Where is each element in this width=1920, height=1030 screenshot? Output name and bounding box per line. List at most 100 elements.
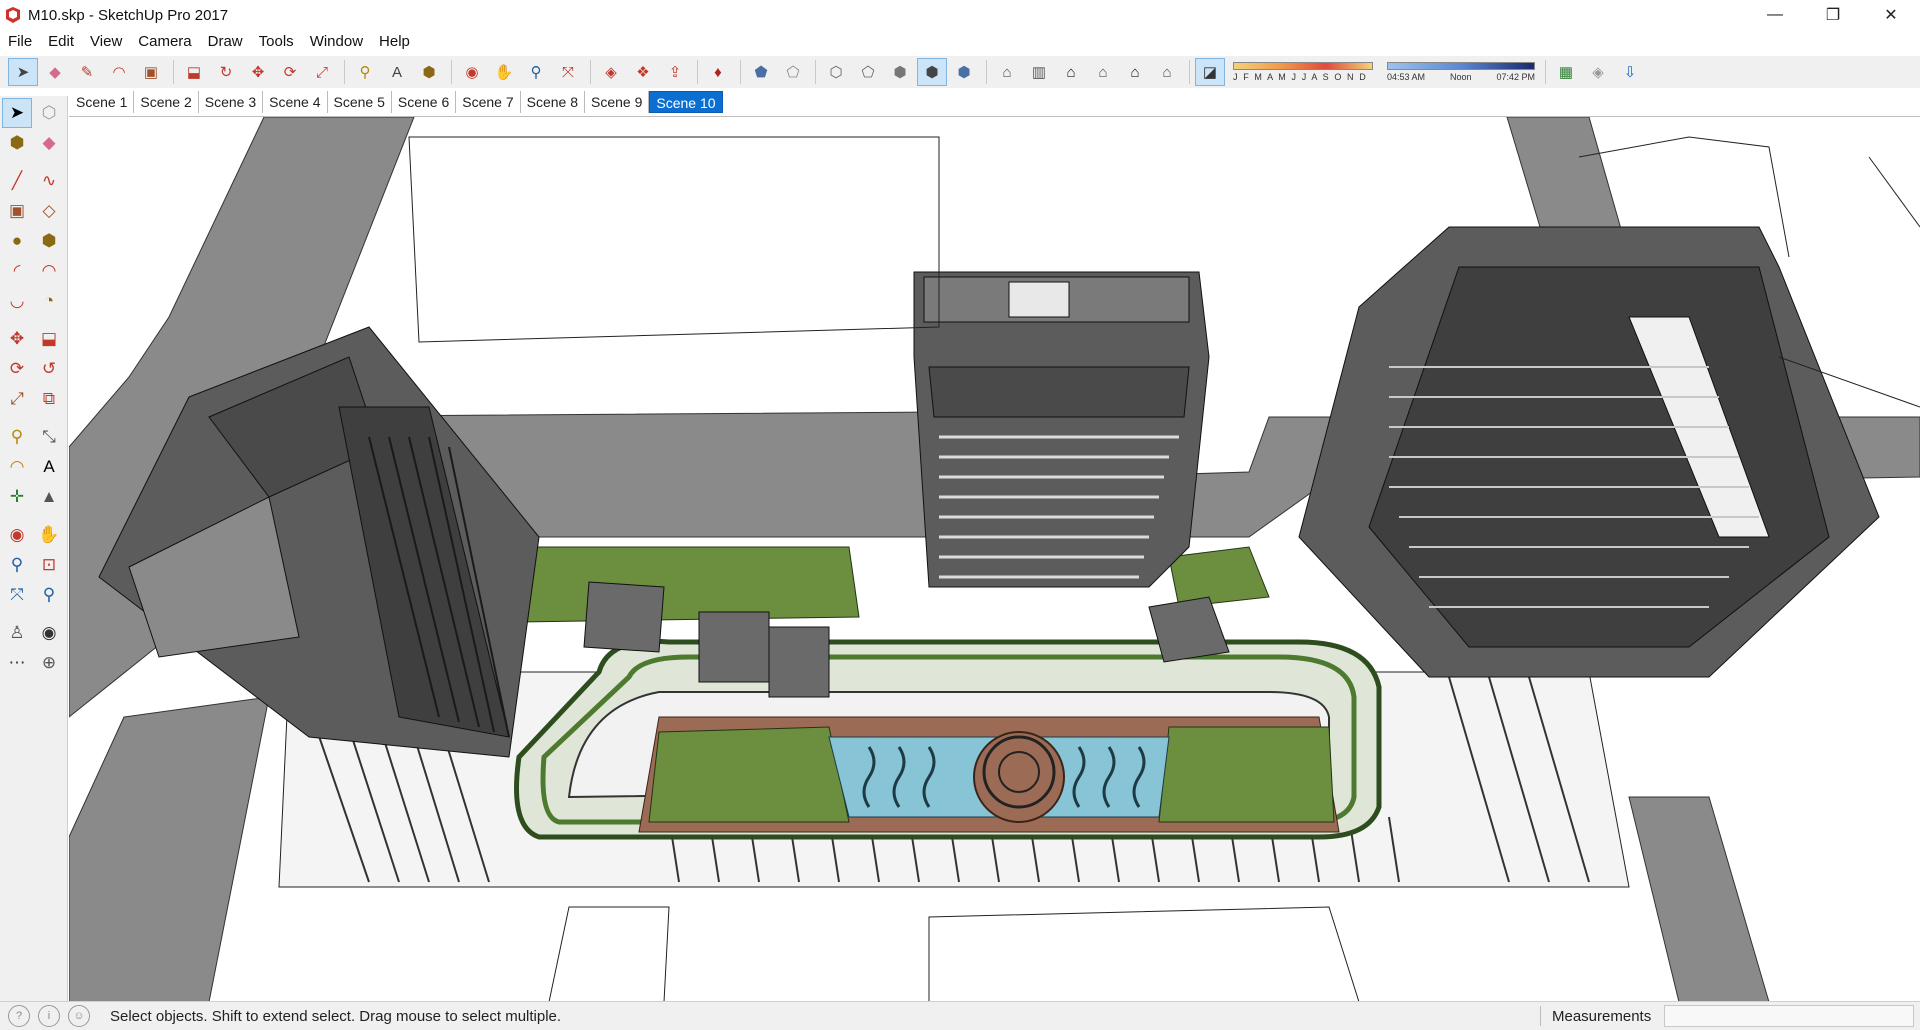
rotated-rectangle-icon[interactable]: ◇ <box>34 196 64 226</box>
select-tool-icon[interactable]: ➤ <box>8 58 38 86</box>
line-icon[interactable]: ╱ <box>2 166 32 196</box>
extension-warehouse-icon[interactable]: ♦ <box>703 58 733 86</box>
move-tool-icon[interactable]: ✥ <box>243 58 273 86</box>
menu-camera[interactable]: Camera <box>130 30 199 54</box>
top-view-icon[interactable]: ▥ <box>1024 58 1054 86</box>
tab-scene-6[interactable]: Scene 6 <box>391 91 457 113</box>
monochrome-style-icon[interactable]: ⬢ <box>949 58 979 86</box>
menu-window[interactable]: Window <box>302 30 371 54</box>
measurements-input[interactable] <box>1664 1005 1914 1027</box>
rotate-tool-icon[interactable]: ⟳ <box>275 58 305 86</box>
eraser-icon[interactable]: ◆ <box>34 128 64 158</box>
move-icon[interactable]: ✥ <box>2 324 32 354</box>
zoom-extents-tool-icon[interactable]: ⤧ <box>553 58 583 86</box>
menu-edit[interactable]: Edit <box>40 30 82 54</box>
shadow-date-slider[interactable]: J F M A M J J A S O N D <box>1233 62 1373 82</box>
menu-tools[interactable]: Tools <box>251 30 302 54</box>
time-bar[interactable] <box>1387 62 1535 70</box>
menu-file[interactable]: File <box>0 30 40 54</box>
shadow-time-slider[interactable]: 04:53 AM Noon 07:42 PM <box>1387 62 1535 82</box>
components-icon[interactable]: ❖ <box>628 58 658 86</box>
left-view-icon[interactable]: ⌂ <box>1152 58 1182 86</box>
xray-style-icon[interactable]: ⬟ <box>746 58 776 86</box>
hidden-line-style-icon[interactable]: ⬠ <box>853 58 883 86</box>
arc-tool-icon[interactable]: ◠ <box>104 58 134 86</box>
text-tool-icon[interactable]: A <box>382 58 412 86</box>
select-tool-icon[interactable]: ➤ <box>2 98 32 128</box>
tab-scene-10[interactable]: Scene 10 <box>649 91 723 113</box>
front-view-icon[interactable]: ⌂ <box>1056 58 1086 86</box>
model-viewport[interactable] <box>69 116 1920 1001</box>
orbit-icon[interactable]: ◉ <box>2 520 32 550</box>
tape-measure-icon[interactable]: ⚲ <box>2 422 32 452</box>
follow-me-tool-icon[interactable]: ↻ <box>211 58 241 86</box>
month-bar[interactable] <box>1233 62 1373 70</box>
line-tool-icon[interactable]: ✎ <box>72 58 102 86</box>
make-component-icon[interactable]: ⬡ <box>34 98 64 128</box>
look-around-icon[interactable]: ◉ <box>34 618 64 648</box>
orbit-tool-icon[interactable]: ◉ <box>457 58 487 86</box>
zoom-extents-icon[interactable]: ⤧ <box>2 580 32 610</box>
text-icon[interactable]: A <box>34 452 64 482</box>
import-icon[interactable]: ⇩ <box>1615 58 1645 86</box>
walk-icon[interactable]: ⋯ <box>2 648 32 678</box>
tab-scene-5[interactable]: Scene 5 <box>327 91 392 113</box>
back-edges-style-icon[interactable]: ⬠ <box>778 58 808 86</box>
axes-icon[interactable]: ✛ <box>2 482 32 512</box>
rotate-icon[interactable]: ⟳ <box>2 354 32 384</box>
section-plane-icon[interactable]: ⊕ <box>34 648 64 678</box>
zoom-window-icon[interactable]: ⊡ <box>34 550 64 580</box>
pan-icon[interactable]: ✋ <box>34 520 64 550</box>
push-pull-tool-icon[interactable]: ⬓ <box>179 58 209 86</box>
right-view-icon[interactable]: ⌂ <box>1088 58 1118 86</box>
tab-scene-7[interactable]: Scene 7 <box>456 91 521 113</box>
dimension-icon[interactable]: ⤡ <box>34 422 64 452</box>
polygon-icon[interactable]: ⬢ <box>34 226 64 256</box>
back-view-icon[interactable]: ⌂ <box>1120 58 1150 86</box>
rectangle-tool-icon[interactable]: ▣ <box>136 58 166 86</box>
geo-location-icon[interactable]: ? <box>8 1005 30 1027</box>
freehand-icon[interactable]: ∿ <box>34 166 64 196</box>
add-location-icon[interactable]: ▦ <box>1551 58 1581 86</box>
pan-tool-icon[interactable]: ✋ <box>489 58 519 86</box>
paint-bucket-tool-icon[interactable]: ⬢ <box>414 58 444 86</box>
shaded-textures-style-icon[interactable]: ⬢ <box>917 58 947 86</box>
warehouse-icon[interactable]: ◈ <box>596 58 626 86</box>
scale-icon[interactable]: ⤢ <box>2 384 32 414</box>
restore-button[interactable]: ❐ <box>1804 0 1862 30</box>
wireframe-style-icon[interactable]: ⬡ <box>821 58 851 86</box>
offset-icon[interactable]: ⧉ <box>34 384 64 414</box>
scale-tool-icon[interactable]: ⤢ <box>307 58 337 86</box>
close-button[interactable]: ✕ <box>1862 0 1920 30</box>
credits-icon[interactable]: i <box>38 1005 60 1027</box>
follow-me-icon[interactable]: ↺ <box>34 354 64 384</box>
three-point-arc-icon[interactable]: ◡ <box>2 286 32 316</box>
tab-scene-1[interactable]: Scene 1 <box>70 91 135 113</box>
circle-icon[interactable]: ● <box>2 226 32 256</box>
arc-icon[interactable]: ◜ <box>2 256 32 286</box>
zoom-tool-icon[interactable]: ⚲ <box>521 58 551 86</box>
tab-scene-3[interactable]: Scene 3 <box>198 91 264 113</box>
model-scene[interactable] <box>69 117 1920 1001</box>
menu-draw[interactable]: Draw <box>200 30 251 54</box>
share-model-icon[interactable]: ⇪ <box>660 58 690 86</box>
toggle-terrain-icon[interactable]: ◈ <box>1583 58 1613 86</box>
rectangle-icon[interactable]: ▣ <box>2 196 32 226</box>
menu-help[interactable]: Help <box>371 30 418 54</box>
shaded-style-icon[interactable]: ⬢ <box>885 58 915 86</box>
protractor-icon[interactable]: ◠ <box>2 452 32 482</box>
3d-text-icon[interactable]: ▲ <box>34 482 64 512</box>
paint-bucket-icon[interactable]: ⬢ <box>2 128 32 158</box>
tape-measure-tool-icon[interactable]: ⚲ <box>350 58 380 86</box>
minimize-button[interactable]: — <box>1746 0 1804 30</box>
eraser-tool-icon[interactable]: ◆ <box>40 58 70 86</box>
position-camera-icon[interactable]: ♙ <box>2 618 32 648</box>
user-account-icon[interactable]: ☺ <box>68 1005 90 1027</box>
tab-scene-4[interactable]: Scene 4 <box>263 91 328 113</box>
pie-icon[interactable]: ◔ <box>34 286 64 316</box>
tab-scene-2[interactable]: Scene 2 <box>134 91 199 113</box>
menu-view[interactable]: View <box>82 30 130 54</box>
two-point-arc-icon[interactable]: ◠ <box>34 256 64 286</box>
iso-view-icon[interactable]: ⌂ <box>992 58 1022 86</box>
tab-scene-9[interactable]: Scene 9 <box>585 91 650 113</box>
